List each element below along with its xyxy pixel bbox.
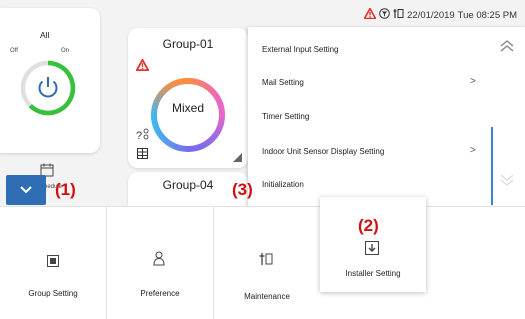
menu-item-initialization[interactable]: Initialization xyxy=(262,180,304,189)
all-control-card: All Off On xyxy=(0,8,100,153)
menu-toggle-button[interactable] xyxy=(6,175,46,205)
menu-item-timer-setting[interactable]: Timer Setting xyxy=(262,112,309,121)
menu-item-sensor-display[interactable]: Indoor Unit Sensor Display Setting xyxy=(262,147,384,156)
tab-maintenance[interactable]: Maintenance xyxy=(214,207,320,319)
installer-setting-icon xyxy=(365,241,379,260)
callout-2: (2) xyxy=(358,216,379,235)
tab-label: Group Setting xyxy=(28,289,78,298)
scroll-up-icon[interactable] xyxy=(499,39,515,58)
fan-grid-icon xyxy=(137,146,148,164)
warning-icon[interactable] xyxy=(363,6,377,22)
chevron-right-icon: > xyxy=(470,76,476,87)
tab-label: Preference xyxy=(140,289,180,298)
chevron-right-icon: > xyxy=(470,145,476,156)
menu-item-mail-setting[interactable]: Mail Setting xyxy=(262,78,304,87)
tab-label: Maintenance xyxy=(244,292,290,301)
screen: 22/01/2019 Tue 08:25 PM All Off On Sched… xyxy=(0,0,525,319)
menu-item-external-input[interactable]: External Input Setting xyxy=(262,45,339,54)
unknown-status-icon: ? xyxy=(136,127,150,144)
status-time: Tue 08:25 PM xyxy=(457,9,517,21)
all-power-button[interactable] xyxy=(18,58,78,123)
installer-menu: External Input Setting Mail Setting > Ti… xyxy=(248,27,525,207)
menu-scrollbar[interactable] xyxy=(491,127,493,205)
tab-installer-setting[interactable]: Installer Setting xyxy=(320,197,426,292)
callout-1: (1) xyxy=(55,180,76,199)
group-corner-indicator xyxy=(233,153,242,162)
group-setting-icon xyxy=(47,254,59,272)
warning-icon xyxy=(135,57,150,76)
group-name: Group-04 xyxy=(162,178,214,192)
chevron-down-icon xyxy=(20,186,32,194)
group-name: Group-01 xyxy=(162,37,214,51)
maintenance-icon xyxy=(259,252,273,271)
all-off-label: Off xyxy=(10,48,18,54)
tab-preference[interactable]: Preference xyxy=(107,207,213,319)
all-on-label: On xyxy=(61,48,70,54)
group-mode: Mixed xyxy=(171,101,204,115)
tab-group-setting[interactable]: Group Setting xyxy=(0,207,106,319)
callout-3: (3) xyxy=(232,180,253,199)
status-bar: 22/01/2019 Tue 08:25 PM xyxy=(363,6,517,22)
preference-icon xyxy=(153,251,165,271)
group-card[interactable]: Group-01 Mixed ? xyxy=(128,28,248,168)
power-icon xyxy=(38,77,58,98)
filter-sign-icon[interactable] xyxy=(379,8,390,22)
maintenance-icon[interactable] xyxy=(393,8,404,22)
mode-ring xyxy=(148,75,228,160)
status-date: 22/01/2019 xyxy=(407,9,455,21)
scroll-down-icon[interactable] xyxy=(499,173,515,192)
svg-text:?: ? xyxy=(136,130,142,141)
all-title: All xyxy=(40,30,50,40)
bottom-tab-bar: Group Setting Preference Maintenance Ins… xyxy=(0,197,525,319)
tab-label: Installer Setting xyxy=(345,269,401,278)
